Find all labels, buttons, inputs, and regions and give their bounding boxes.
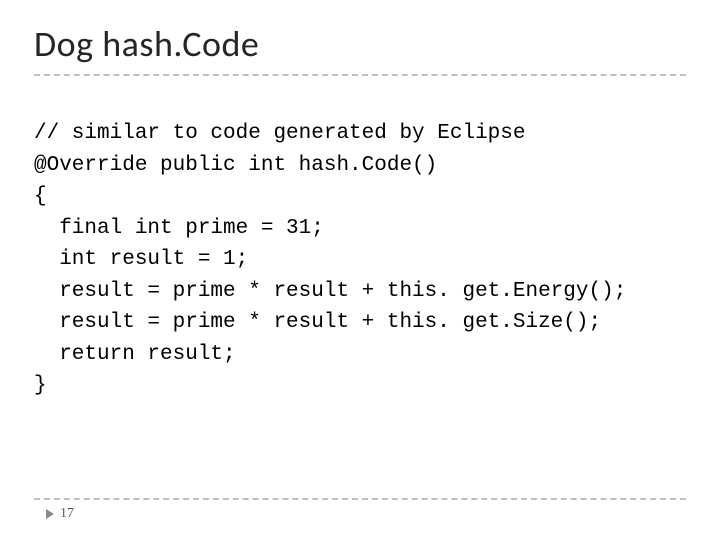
code-line: // similar to code generated by Eclipse: [34, 122, 525, 145]
page-number-wrap: 17: [46, 506, 686, 522]
footer-divider: [34, 498, 686, 500]
page-number: 17: [60, 506, 74, 522]
code-line: result = prime * result + this. get.Size…: [34, 311, 601, 334]
code-line: final int prime = 31;: [34, 217, 324, 240]
slide-footer: 17: [34, 498, 686, 522]
code-line: }: [34, 374, 47, 397]
code-line: return result;: [34, 343, 236, 366]
code-line: result = prime * result + this. get.Ener…: [34, 280, 626, 303]
code-line: @Override public int hash.Code(): [34, 154, 437, 177]
title-divider: [34, 74, 686, 76]
slide-title: Dog hash.Code: [34, 22, 686, 66]
code-line: {: [34, 185, 47, 208]
code-line: int result = 1;: [34, 248, 248, 271]
arrow-right-icon: [46, 509, 54, 519]
code-block: // similar to code generated by Eclipse …: [34, 118, 686, 402]
slide: Dog hash.Code // similar to code generat…: [0, 0, 720, 540]
